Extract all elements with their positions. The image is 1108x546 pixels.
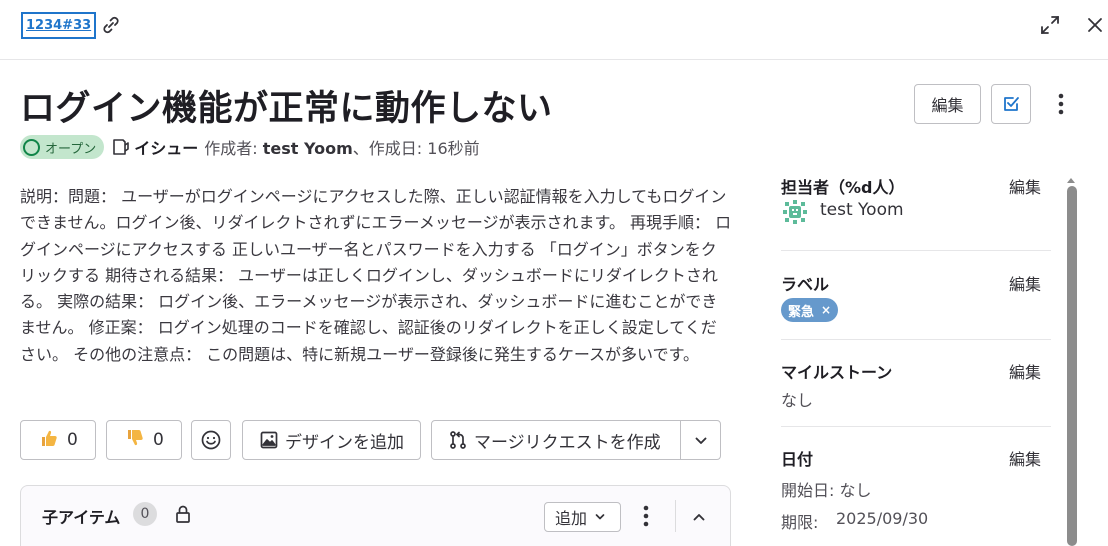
add-design-button[interactable]: デザインを追加 xyxy=(242,420,421,460)
labels-heading: ラベル xyxy=(781,275,830,294)
image-icon xyxy=(260,431,278,449)
created-time: 16秒前 xyxy=(427,139,480,158)
issue-type-icon xyxy=(110,137,130,157)
chevron-down-icon xyxy=(595,514,605,520)
created-info: 作成者: test Yoom、作成日: 16秒前 xyxy=(204,135,479,159)
thumbs-down-button[interactable]: 0 xyxy=(106,420,182,460)
milestone-heading: マイルストーン xyxy=(781,363,893,382)
expand-icon[interactable] xyxy=(1039,14,1061,36)
sidebar-divider xyxy=(781,339,1051,340)
child-header-divider xyxy=(675,500,676,532)
child-items-card: 子アイテム 0 追加 xyxy=(20,485,731,546)
sidebar-divider xyxy=(781,426,1051,427)
issue-description: 説明：問題： ユーザーがログインページにアクセスした際、正しい認証情報を入力して… xyxy=(20,187,732,364)
created-label: 作成日: xyxy=(368,139,423,158)
sidebar-dates: 日付 編集 開始日: なし 期限: 2025/09/30 xyxy=(781,446,1051,546)
label-name: 緊急 xyxy=(788,304,815,320)
child-more-actions-icon[interactable] xyxy=(636,503,656,529)
add-child-button[interactable]: 追加 xyxy=(544,502,621,532)
chevron-down-icon[interactable] xyxy=(690,430,712,452)
create-merge-request-button[interactable]: マージリクエストを作成 xyxy=(431,420,721,460)
smiley-icon xyxy=(201,430,221,450)
open-status-icon xyxy=(23,138,40,156)
thumbs-down-icon xyxy=(125,428,145,453)
add-todo-button[interactable] xyxy=(991,84,1031,124)
remove-label-icon[interactable]: × xyxy=(821,303,831,317)
assignee-heading: 担当者（%d人） xyxy=(781,178,905,197)
milestone-value: なし xyxy=(781,391,814,410)
start-date: 開始日: なし xyxy=(781,481,872,500)
assignee-name[interactable]: test Yoom xyxy=(820,200,904,220)
create-merge-request-label: マージリクエストを作成 xyxy=(474,432,661,453)
due-date-label: 期限: xyxy=(781,513,819,532)
lock-icon xyxy=(174,504,192,524)
add-reaction-button[interactable] xyxy=(191,420,231,460)
issue-title: ログイン機能が正常に動作しない xyxy=(20,89,553,129)
merge-request-icon xyxy=(450,431,466,449)
thumbs-up-button[interactable]: 0 xyxy=(20,420,96,460)
sidebar-milestone: マイルストーン 編集 なし xyxy=(781,359,1051,425)
drawer-header: 1234#33 xyxy=(0,0,1108,60)
child-items-title: 子アイテム xyxy=(42,508,121,527)
child-items-count: 0 xyxy=(133,502,157,526)
todo-check-icon xyxy=(1004,97,1019,111)
dates-edit-button[interactable]: 編集 xyxy=(1009,446,1041,470)
add-design-label: デザインを追加 xyxy=(285,432,404,453)
scrollbar-thumb[interactable] xyxy=(1067,186,1077,546)
thumbs-up-count: 0 xyxy=(67,430,78,450)
status-badge: オープン xyxy=(20,135,105,159)
author-name[interactable]: test Yoom xyxy=(263,139,353,158)
sidebar-divider xyxy=(781,250,1051,251)
author-label: 作成者: xyxy=(204,139,258,158)
edit-title-button[interactable]: 編集 xyxy=(914,84,981,124)
issue-type-label: イシュー xyxy=(134,139,199,158)
dates-heading: 日付 xyxy=(781,450,814,469)
scroll-up-arrow-icon[interactable] xyxy=(1066,170,1076,183)
milestone-edit-button[interactable]: 編集 xyxy=(1009,359,1041,383)
close-icon[interactable] xyxy=(1084,14,1106,36)
created-separator: 、 xyxy=(352,139,369,158)
avatar[interactable] xyxy=(781,198,809,226)
chevron-up-icon[interactable] xyxy=(688,506,710,528)
due-date-value: 2025/09/30 xyxy=(836,509,929,528)
thumbs-up-icon xyxy=(39,428,59,453)
more-actions-icon[interactable] xyxy=(1051,90,1071,118)
split-divider xyxy=(680,421,681,459)
add-child-label: 追加 xyxy=(555,509,588,528)
issue-meta: オープン イシュー 作成者: test Yoom、作成日: 16秒前 xyxy=(20,135,480,159)
status-label: オープン xyxy=(45,141,97,157)
labels-edit-button[interactable]: 編集 xyxy=(1009,271,1041,295)
link-icon[interactable] xyxy=(100,14,122,36)
label-chip[interactable]: 緊急 × xyxy=(781,298,839,322)
thumbs-down-count: 0 xyxy=(153,430,164,450)
sidebar-assignee: 担当者（%d人） 編集 test Yoom xyxy=(781,174,1051,250)
assignee-edit-button[interactable]: 編集 xyxy=(1009,174,1041,198)
issue-reference-link[interactable]: 1234#33 xyxy=(21,12,97,39)
